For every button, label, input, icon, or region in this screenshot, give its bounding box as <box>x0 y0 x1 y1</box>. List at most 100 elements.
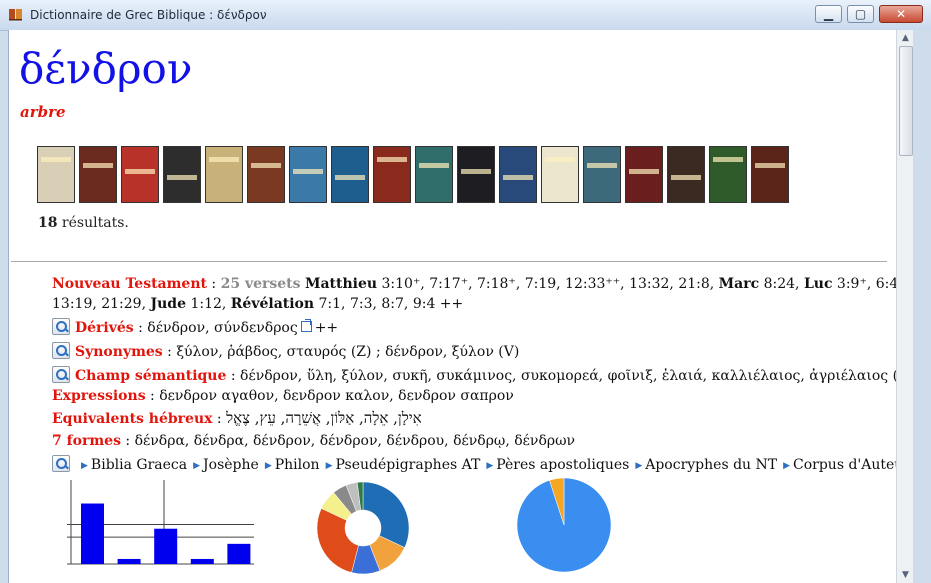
verse-refs[interactable]: 13:19, 21:29, <box>52 296 151 312</box>
close-icon: ✕ <box>895 7 907 21</box>
book-cover-band <box>419 163 449 168</box>
hebreux-row: Equivalents hébreux : אִילָן, אֵלָה, אַל… <box>52 409 422 427</box>
book-cover[interactable] <box>121 146 159 203</box>
verse-refs[interactable]: 7:1, 7:3, 8:7, 9:4 ++ <box>314 296 464 312</box>
book-cover[interactable] <box>373 146 411 203</box>
formes-text[interactable]: δένδρα, δένδρα, δένδρον, δένδρον, δένδρο… <box>135 433 575 449</box>
results-number: 18 <box>38 215 58 231</box>
book-cover-band <box>125 169 155 174</box>
derives-more[interactable]: ++ <box>315 320 338 336</box>
triangle-right-icon: ▶ <box>635 461 643 471</box>
divider <box>11 261 887 262</box>
book-name[interactable]: Marc <box>719 276 759 292</box>
book-cover-band <box>503 175 533 180</box>
expressions-text[interactable]: δενδρον αγαθον, δενδρον καλον, δενδρον σ… <box>159 388 514 404</box>
derives-label: Dérivés <box>75 320 134 336</box>
book-cover[interactable] <box>625 146 663 203</box>
triangle-right-icon: ▶ <box>81 461 88 471</box>
book-cover-band <box>335 175 365 180</box>
window-frame <box>913 30 931 583</box>
nt-section: Nouveau Testament : 25 versets Matthieu … <box>52 274 897 294</box>
book-cover[interactable] <box>79 146 117 203</box>
formes-label: 7 formes <box>52 433 121 449</box>
scroll-thumb[interactable] <box>899 46 913 156</box>
external-link-icon[interactable] <box>300 319 312 332</box>
donut-slice <box>316 508 359 573</box>
verse-refs[interactable]: 8:24, <box>759 276 804 292</box>
book-cover[interactable] <box>289 146 327 203</box>
book-cover-band <box>377 157 407 162</box>
book-cover[interactable] <box>37 146 75 203</box>
derives-text[interactable]: δένδρον, σύνδενδρος <box>147 320 297 336</box>
triangle-right-icon: ▶ <box>486 461 494 471</box>
window-title: Dictionnaire de Grec Biblique : δένδρον <box>30 8 267 22</box>
scroll-up-icon[interactable]: ▲ <box>897 30 914 46</box>
vertical-scrollbar[interactable]: ▲ ▼ <box>896 30 914 583</box>
corpus-links: ▶ Biblia Graeca ▶ Josèphe ▶ Philon ▶ Pseudépigr… <box>75 457 897 473</box>
search-icon[interactable] <box>52 318 70 335</box>
book-cover[interactable] <box>751 146 789 203</box>
book-cover[interactable] <box>667 146 705 203</box>
verse-refs[interactable]: 3:9⁺, 6:43⁺, 6:44, <box>832 276 897 292</box>
book-cover[interactable] <box>331 146 369 203</box>
hebreux-label: Equivalents hébreux <box>52 411 213 427</box>
verse-refs[interactable]: 1:12, <box>186 296 231 312</box>
minimize-button[interactable]: ▁ <box>815 5 842 23</box>
search-icon[interactable] <box>52 455 70 472</box>
close-button[interactable]: ✕ <box>879 5 923 23</box>
verse-refs[interactable]: 3:10⁺, 7:17⁺, 7:18⁺, 7:19, 12:33⁺⁺, 13:3… <box>377 276 719 292</box>
bar <box>117 558 141 564</box>
entry-view: δένδρον arbre 18 résultats. Nouveau Test… <box>8 30 897 583</box>
book-cover[interactable] <box>499 146 537 203</box>
book-name[interactable]: Luc <box>804 276 833 292</box>
book-cover[interactable] <box>415 146 453 203</box>
book-cover[interactable] <box>541 146 579 203</box>
corpus-link[interactable]: Pseudépigraphes AT <box>336 457 481 473</box>
hebreux-text[interactable]: אִילָן, אֵלָה, אַלּוֹן, אֲשֵׁרָה, עֵץ, צ… <box>226 409 422 427</box>
bar <box>154 528 178 564</box>
book-cover-band <box>461 169 491 174</box>
headword: δένδρον <box>19 44 193 93</box>
book-cover[interactable] <box>205 146 243 203</box>
results-count: 18 résultats. <box>38 215 129 231</box>
book-cover-band <box>629 169 659 174</box>
book-cover[interactable] <box>247 146 285 203</box>
book-cover-band <box>167 175 197 180</box>
nt-references-line1[interactable]: Matthieu 3:10⁺, 7:17⁺, 7:18⁺, 7:19, 12:3… <box>305 276 897 292</box>
corpus-link[interactable]: Corpus d'Auteurs Grecs <box>793 457 897 473</box>
book-cover-band <box>209 157 239 162</box>
champ-text[interactable]: δένδρον, ὕλη, ξύλον, συκῆ, συκάμινος, συ… <box>240 368 897 384</box>
book-cover[interactable] <box>583 146 621 203</box>
book-name[interactable]: Matthieu <box>305 276 377 292</box>
formes-row: 7 formes : δένδρα, δένδρα, δένδρον, δένδ… <box>52 433 576 449</box>
corpus-link[interactable]: Biblia Graeca <box>91 457 187 473</box>
synonymes-row: Synonymes : ξύλον, ῥάβδος, σταυρός (Z) ;… <box>52 342 882 362</box>
book-name[interactable]: Jude <box>151 296 187 312</box>
nt-verse-count[interactable]: 25 versets <box>221 276 301 292</box>
maximize-button[interactable]: ▢ <box>847 5 874 23</box>
app-book-icon <box>9 9 22 21</box>
corpus-link[interactable]: Josèphe <box>203 457 259 473</box>
triangle-right-icon: ▶ <box>783 461 791 471</box>
nt-section-cont: 13:19, 21:29, Jude 1:12, Révélation 7:1,… <box>9 294 882 314</box>
nt-references-line2[interactable]: 13:19, 21:29, Jude 1:12, Révélation 7:1,… <box>52 296 463 312</box>
book-cover[interactable] <box>457 146 495 203</box>
synonymes-text[interactable]: ξύλον, ῥάβδος, σταυρός (Z) ; δένδρον, ξύ… <box>176 344 519 360</box>
search-icon[interactable] <box>52 366 70 383</box>
book-cover[interactable] <box>709 146 747 203</box>
corpus-link[interactable]: Pères apostoliques <box>496 457 629 473</box>
expressions-row: Expressions : δενδρον αγαθον, δενδρον κα… <box>52 388 514 404</box>
triangle-right-icon: ▶ <box>264 461 272 471</box>
triangle-right-icon: ▶ <box>193 461 201 471</box>
corpus-link[interactable]: Philon <box>275 457 320 473</box>
book-cover[interactable] <box>163 146 201 203</box>
search-icon[interactable] <box>52 342 70 359</box>
scroll-down-icon[interactable]: ▼ <box>897 567 914 583</box>
maximize-icon: ▢ <box>854 7 867 21</box>
book-cover-band <box>587 163 617 168</box>
corpus-link[interactable]: Apocryphes du NT <box>645 457 777 473</box>
bar <box>190 558 214 564</box>
expressions-label: Expressions <box>52 388 146 404</box>
book-cover-band <box>545 157 575 162</box>
book-name[interactable]: Révélation <box>231 296 314 312</box>
